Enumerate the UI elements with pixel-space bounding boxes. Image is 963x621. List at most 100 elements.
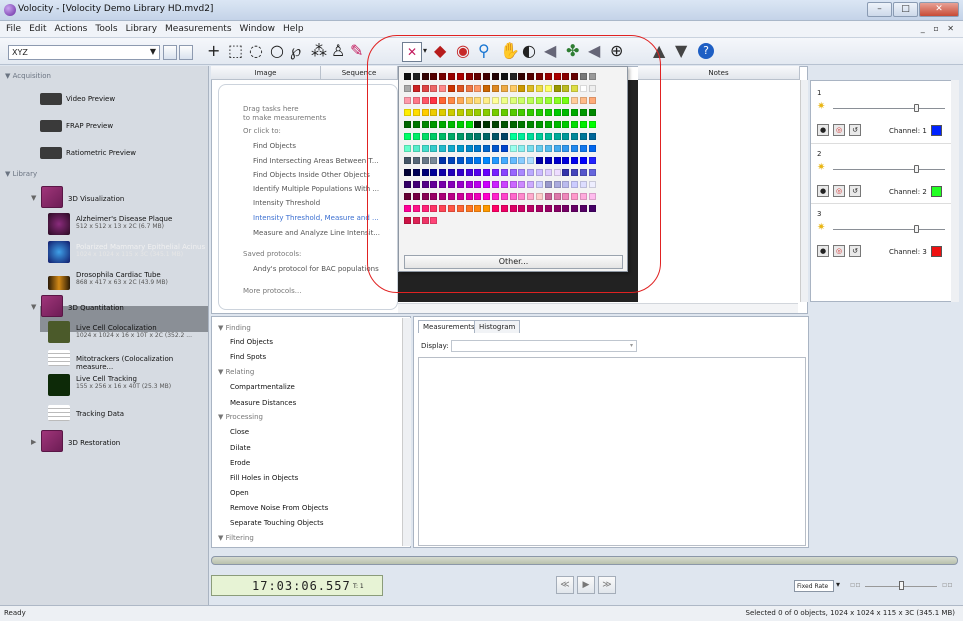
color-swatch[interactable]	[579, 97, 587, 104]
color-swatch[interactable]	[447, 193, 455, 200]
color-swatch[interactable]	[588, 181, 596, 188]
op-find-objects[interactable]: Find Objects	[230, 338, 273, 346]
color-swatch[interactable]	[535, 205, 543, 212]
menu-library[interactable]: Library	[126, 24, 157, 34]
color-swatch[interactable]	[465, 181, 473, 188]
color-swatch[interactable]	[509, 85, 517, 92]
color-swatch[interactable]	[430, 85, 438, 92]
record-icon[interactable]: ◎	[833, 124, 845, 136]
color-swatch[interactable]	[571, 193, 579, 200]
color-swatch[interactable]	[483, 145, 491, 152]
color-swatch[interactable]	[465, 121, 473, 128]
color-swatch[interactable]	[518, 121, 526, 128]
color-swatch[interactable]	[421, 157, 429, 164]
color-swatch[interactable]	[412, 121, 420, 128]
group-finding[interactable]: ▼ Finding	[218, 324, 251, 332]
color-swatch[interactable]	[544, 109, 552, 116]
color-swatch[interactable]	[404, 193, 411, 200]
color-swatch[interactable]	[527, 145, 535, 152]
color-swatch[interactable]	[518, 109, 526, 116]
color-swatch[interactable]	[518, 193, 526, 200]
color-swatch[interactable]	[553, 205, 561, 212]
color-swatch[interactable]	[588, 85, 596, 92]
color-swatch[interactable]	[579, 157, 587, 164]
op-erode[interactable]: Erode	[230, 459, 250, 467]
color-swatch[interactable]	[412, 145, 420, 152]
color-swatch[interactable]	[465, 169, 473, 176]
color-swatch[interactable]	[465, 157, 473, 164]
more-protocols-link[interactable]: More protocols...	[243, 287, 301, 295]
item-alzheimers[interactable]: Alzheimer's Disease Plaque 512 x 512 x 13…	[76, 215, 172, 230]
speed-slider-handle[interactable]	[899, 581, 904, 590]
color-swatch[interactable]	[412, 97, 420, 104]
color-swatch[interactable]	[447, 121, 455, 128]
tab-histogram[interactable]: Histogram	[474, 320, 521, 333]
brightness-slider-track[interactable]	[833, 169, 945, 170]
color-swatch[interactable]	[465, 193, 473, 200]
help-icon[interactable]: ?	[698, 43, 714, 59]
rewind-button[interactable]: ≪	[556, 576, 574, 594]
color-swatch[interactable]	[553, 145, 561, 152]
color-swatch[interactable]	[474, 205, 482, 212]
color-swatch[interactable]	[588, 205, 596, 212]
item-live-cell-colocalization[interactable]: Live Cell Colocalization 1024 x 1024 x 16…	[76, 324, 192, 339]
color-swatch[interactable]	[518, 145, 526, 152]
color-swatch[interactable]	[430, 73, 438, 80]
color-swatch[interactable]	[491, 205, 499, 212]
color-swatch[interactable]	[518, 169, 526, 176]
color-swatch[interactable]	[491, 85, 499, 92]
menu-edit[interactable]: Edit	[29, 24, 46, 34]
menu-tools[interactable]: Tools	[95, 24, 117, 34]
color-swatch[interactable]	[571, 85, 579, 92]
color-swatch[interactable]	[527, 109, 535, 116]
color-swatch[interactable]	[465, 145, 473, 152]
tab-measurements[interactable]: Measurements	[418, 320, 480, 333]
color-swatch[interactable]	[456, 193, 464, 200]
expand-arrow-icon[interactable]: ▼	[31, 303, 36, 311]
color-swatch[interactable]	[483, 85, 491, 92]
grid-view-button[interactable]	[179, 45, 193, 60]
channel-color-swatch[interactable]	[931, 125, 942, 136]
color-swatch[interactable]	[412, 181, 420, 188]
color-swatch[interactable]	[465, 133, 473, 140]
color-swatch[interactable]	[439, 109, 447, 116]
crosshair-tool-icon[interactable]: +	[207, 42, 220, 60]
eraser-icon[interactable]: ◆	[434, 42, 446, 60]
color-swatch[interactable]	[571, 121, 579, 128]
channel-color-swatch[interactable]	[931, 186, 942, 197]
color-swatch[interactable]	[430, 133, 438, 140]
color-swatch[interactable]	[579, 193, 587, 200]
color-swatch[interactable]	[491, 97, 499, 104]
op-compartmentalize[interactable]: Compartmentalize	[230, 383, 295, 391]
library-view-combo[interactable]: XYZ ▼	[8, 45, 160, 60]
task-link-identify-populations[interactable]: Identify Multiple Populations With ...	[253, 185, 379, 193]
color-swatch[interactable]	[527, 85, 535, 92]
color-swatch[interactable]	[412, 157, 420, 164]
ellipse-select-icon[interactable]: ○	[270, 42, 284, 60]
menu-measurements[interactable]: Measurements	[165, 24, 231, 34]
color-swatch[interactable]	[562, 97, 570, 104]
color-swatch[interactable]	[474, 157, 482, 164]
op-open[interactable]: Open	[230, 489, 249, 497]
color-swatch[interactable]	[562, 169, 570, 176]
color-swatch[interactable]	[412, 169, 420, 176]
library-header[interactable]: ▼ Library	[5, 170, 37, 178]
color-swatch[interactable]	[535, 109, 543, 116]
color-swatch[interactable]	[500, 205, 508, 212]
color-swatch[interactable]	[571, 205, 579, 212]
color-swatch[interactable]	[404, 181, 411, 188]
color-swatch[interactable]	[588, 145, 596, 152]
color-swatch[interactable]	[509, 121, 517, 128]
color-swatch[interactable]	[535, 73, 543, 80]
color-swatch[interactable]	[456, 205, 464, 212]
color-swatch[interactable]	[509, 109, 517, 116]
op-measure-distances[interactable]: Measure Distances	[230, 399, 296, 407]
color-swatch[interactable]	[527, 169, 535, 176]
display-select[interactable]: ▾	[451, 340, 637, 352]
op-separate-touching[interactable]: Separate Touching Objects	[230, 519, 324, 527]
color-swatch[interactable]	[509, 205, 517, 212]
color-swatch[interactable]	[491, 73, 499, 80]
color-swatch[interactable]	[439, 85, 447, 92]
record-icon[interactable]: ◎	[833, 185, 845, 197]
color-swatch[interactable]	[527, 121, 535, 128]
